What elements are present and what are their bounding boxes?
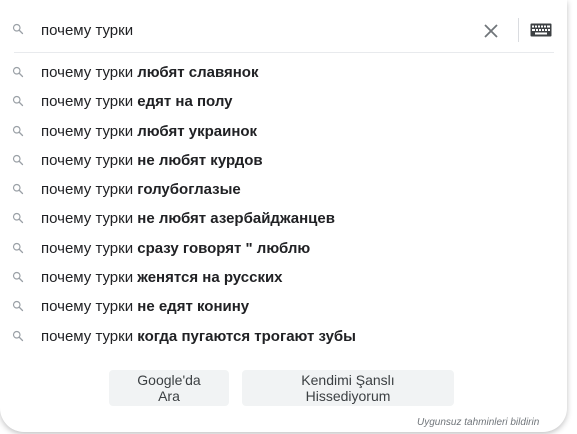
search-icon [12,330,24,341]
suggestion-prefix: почему турки [41,151,138,169]
suggestion-prefix: почему турки [41,64,138,81]
suggestion-prefix: почему турки [41,269,138,287]
suggestion-completion: когда пугаются трогают зубы [137,327,356,345]
suggestion-text: почему турки сразу говорят " люблю [41,240,310,257]
search-icon [12,66,24,78]
suggestion-prefix: почему турки [41,181,138,199]
search-icon [12,184,24,195]
search-icon [12,301,24,312]
suggestion-completion: женятся на русских [137,269,283,287]
suggestion-item[interactable]: почему турки сразу говорят " люблю [0,233,567,262]
suggestion-text: почему турки едят на полу [41,93,233,110]
suggestion-completion: сразу говорят " люблю [137,239,311,257]
suggestion-item[interactable]: почему турки не едят конину [0,291,567,320]
suggestion-completion: не любят азербайджанцев [137,210,335,228]
suggestion-prefix: почему турки [41,239,138,257]
suggestion-item[interactable]: почему турки голубоглазые [0,174,567,203]
suggestion-prefix: почему турки [41,327,138,345]
suggestion-prefix: почему турки [41,210,138,228]
suggestion-text: почему турки любят украинок [41,123,257,140]
suggestion-item[interactable]: почему турки любят славянок [0,57,567,86]
close-icon [484,24,498,38]
search-icon [12,23,24,35]
suggestion-item[interactable]: почему турки не любят курдов [0,145,567,174]
report-predictions-link[interactable]: Uygunsuz tahminleri bildirin [417,417,539,428]
suggestion-text: почему турки любят славянок [41,64,258,81]
search-icon [12,213,24,224]
search-icon [12,96,24,107]
suggestion-item[interactable]: почему турки едят на полу [0,86,567,115]
suggestion-text: почему турки не едят конину [41,298,249,315]
suggestion-completion: голубоглазые [137,181,241,199]
suggestion-item[interactable]: почему турки когда пугаются трогают зубы [0,321,567,350]
search-bar: почему турки [0,0,567,54]
suggestion-text: почему турки не любят курдов [41,152,263,169]
suggestion-text: почему турки когда пугаются трогают зубы [41,328,356,345]
suggestion-item[interactable]: почему турки любят украинок [0,116,567,145]
suggestion-item[interactable]: почему турки женятся на русских [0,262,567,291]
suggestion-prefix: почему турки [41,298,138,316]
suggestion-text: почему турки не любят азербайджанцев [41,210,335,227]
suggestion-item[interactable]: почему турки не любят азербайджанцев [0,203,567,232]
suggestion-text: почему турки голубоглазые [41,181,241,198]
suggestion-prefix: почему турки [41,122,138,140]
keyboard-icon[interactable] [530,23,552,37]
suggestion-completion: любят славянок [137,64,259,81]
suggestion-prefix: почему турки [41,93,138,111]
suggestion-completion: не едят конину [137,298,250,316]
feeling-lucky-button[interactable]: Kendimi Şanslı Hissediyorum [242,370,454,406]
divider [14,52,554,53]
suggestion-completion: любят украинок [137,122,258,140]
clear-button[interactable] [480,18,502,44]
search-icon [12,271,24,283]
page: почему турки почему турки любят славянок… [0,0,577,434]
divider [518,18,519,42]
search-dropdown: почему турки почему турки любят славянок… [0,0,567,432]
suggestion-text: почему турки женятся на русских [41,269,283,286]
search-icon [12,125,24,136]
search-icon [12,242,24,253]
suggestion-completion: едят на полу [137,93,233,111]
search-input[interactable]: почему турки [41,22,133,39]
google-search-button[interactable]: Google'da Ara [109,370,229,406]
suggestion-completion: не любят курдов [137,151,263,169]
search-icon [12,154,24,166]
suggestion-list: почему турки любят славянок почему турки … [0,57,567,350]
